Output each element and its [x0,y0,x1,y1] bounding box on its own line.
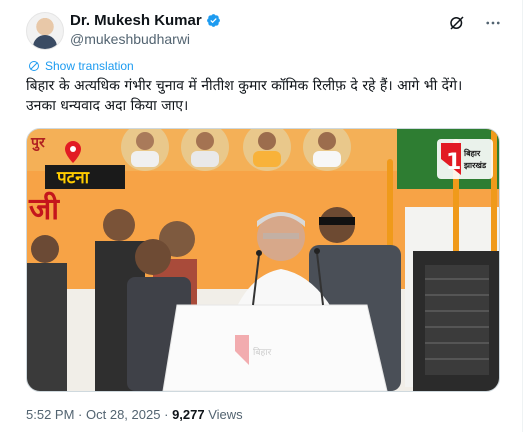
podium-watermark-text: बिहार [253,346,272,358]
banner-partial-text-top: पुर [30,135,46,152]
tweet-meta: 5:52 PM · Oct 28, 2025 · 9,277 Views [26,407,243,422]
more-icon[interactable] [484,14,502,32]
tweet-header: Dr. Mukesh Kumar @mukeshbudharwi [26,10,502,50]
views-label: Views [208,407,243,422]
tweet-time[interactable]: 5:52 PM [26,407,74,422]
tweet-date[interactable]: Oct 28, 2025 [86,407,160,422]
author-row: Dr. Mukesh Kumar [70,12,221,29]
separator-1: · [78,407,83,422]
grok-icon[interactable] [448,14,466,32]
show-translation-label: Show translation [45,59,134,73]
tweet-text-line-1: बिहार के अत्यधिक गंभीर चुनाव में नीतीश क… [26,78,463,94]
channel-logo-number: 1 [446,150,461,175]
separator-2: · [164,407,169,422]
channel-name-line-1: बिहार [463,148,481,158]
location-label: पटना [56,168,90,188]
channel-logo: 1 बिहार झारखंड [437,139,493,179]
video-frame: पुर जी पटना 1 बिहार झारखंड बिहार [27,129,499,391]
banner-partial-text-left: जी [28,191,60,227]
show-translation-link[interactable]: Show translation [28,59,134,73]
header-actions [448,14,502,32]
tweet-video[interactable]: पुर जी पटना 1 बिहार झारखंड बिहार [26,128,500,392]
author-handle[interactable]: @mukeshbudharwi [70,31,190,47]
channel-name-line-2: झारखंड [463,161,487,170]
translate-icon [29,61,39,71]
tweet-card[interactable]: Dr. Mukesh Kumar @mukeshbudharwi Show tr… [0,0,523,432]
tweet-text: बिहार के अत्यधिक गंभीर चुनाव में नीतीश क… [26,76,504,116]
author-name[interactable]: Dr. Mukesh Kumar [70,12,202,29]
views-count: 9,277 [172,407,205,422]
tweet-text-line-2: उनका धन्यवाद अदा किया जाए। [26,98,189,114]
avatar[interactable] [26,12,64,50]
verified-badge-icon [206,14,220,27]
